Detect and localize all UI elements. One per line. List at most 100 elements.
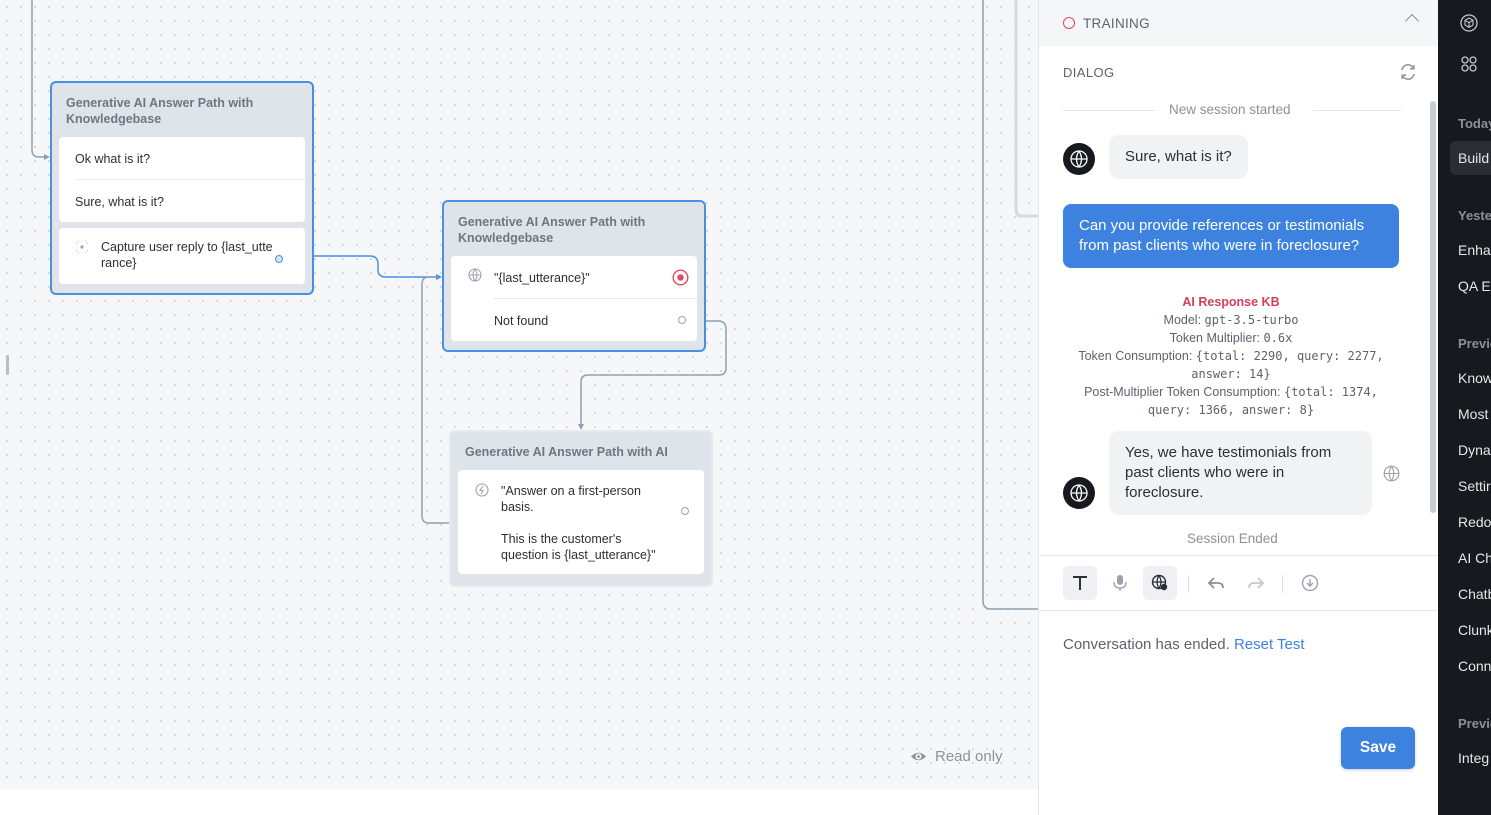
bot-message: Sure, what is it? (1109, 135, 1248, 179)
history-item[interactable]: Integ (1458, 750, 1489, 766)
session-started-label: New session started (1169, 102, 1291, 117)
ai-debug-info: AI Response KB Model: gpt-3.5-turbo Toke… (1063, 293, 1399, 419)
refresh-icon[interactable] (1399, 63, 1417, 81)
capture-step-text: Capture user reply to {last_utterance} (101, 240, 273, 270)
redo-button[interactable] (1239, 566, 1273, 600)
capture-step[interactable]: Capture user reply to {last_utterance} (59, 228, 305, 271)
history-item[interactable]: Dyna (1458, 442, 1491, 458)
test-panel: TRAINING DIALOG New session started Sure… (1038, 0, 1439, 815)
model-line: Model: gpt-3.5-turbo (1063, 311, 1399, 329)
text-mode-button[interactable] (1063, 566, 1097, 600)
post-multiplier-label: Post-Multiplier Token Consumption: (1084, 385, 1284, 399)
ai-debug-icon (1151, 574, 1168, 591)
training-label: TRAINING (1083, 15, 1150, 31)
prompt-line-2: This is the customer's question is {last… (501, 532, 656, 562)
kb-step-card[interactable]: "{last_utterance}" Not found (451, 256, 697, 341)
bot-icon (1070, 484, 1088, 502)
download-icon (1301, 574, 1319, 592)
post-multiplier-line: Post-Multiplier Token Consumption: {tota… (1063, 383, 1399, 419)
read-only-indicator: Read only (910, 748, 1003, 765)
eye-icon (911, 752, 926, 761)
knowledge-base-icon[interactable] (1383, 465, 1400, 482)
read-only-label: Read only (935, 748, 1003, 765)
canvas-footer (0, 789, 1038, 815)
resize-handle[interactable] (6, 355, 9, 375)
output-port[interactable] (275, 255, 283, 263)
voice-mode-button[interactable] (1103, 566, 1137, 600)
speak-step-card[interactable]: Ok what is it? Sure, what is it? (59, 137, 305, 222)
training-header[interactable]: TRAINING (1039, 0, 1439, 46)
history-item[interactable]: Build (1458, 150, 1489, 166)
prompt-step-card[interactable]: "Answer on a first-person basis. This is… (458, 470, 704, 574)
divider (1063, 110, 1155, 111)
history-item[interactable]: Redo (1458, 514, 1491, 530)
history-item[interactable]: AI Ch (1458, 550, 1491, 566)
bot-avatar (1063, 477, 1095, 509)
history-item[interactable]: Chatb (1458, 586, 1491, 602)
multiplier-line: Token Multiplier: 0.6x (1063, 329, 1399, 347)
bot-icon (1070, 150, 1088, 168)
speak-option-text: Sure, what is it? (75, 195, 164, 209)
dialog-label: DIALOG (1063, 65, 1115, 80)
divider (1313, 110, 1401, 111)
cube-icon[interactable] (1460, 14, 1478, 32)
history-sidebar: Today Build Yeste Enha QA E Previo Know … (1438, 0, 1491, 815)
consumption-label: Token Consumption: (1078, 349, 1196, 363)
debug-title: AI Response KB (1182, 295, 1280, 309)
consumption-value: {total: 2290, query: 2277, answer: 14} (1191, 349, 1384, 381)
consumption-line: Token Consumption: {total: 2290, query: … (1063, 347, 1399, 383)
toolbar-divider (1282, 575, 1283, 593)
flow-canvas[interactable]: Generative AI Answer Path with Knowledge… (0, 0, 1038, 789)
capture-step-card[interactable]: Capture user reply to {last_utterance} (59, 228, 305, 284)
ai-generate-icon (475, 483, 489, 497)
history-item[interactable]: Clunk (1458, 622, 1491, 638)
record-icon (1063, 17, 1075, 29)
download-button[interactable] (1293, 566, 1327, 600)
session-ended-label: Session Ended (1187, 531, 1278, 546)
not-found-path[interactable]: Not found (451, 299, 697, 341)
dialog-scrollbar[interactable] (1430, 101, 1436, 513)
section-today: Today (1458, 116, 1491, 131)
not-found-text: Not found (494, 314, 549, 328)
block-kb-answer-2[interactable]: Generative AI Answer Path with Knowledge… (442, 200, 706, 352)
bot-avatar (1063, 143, 1095, 175)
history-item[interactable]: Most (1458, 406, 1488, 422)
target-icon[interactable] (672, 269, 689, 286)
block-ai-answer[interactable]: Generative AI Answer Path with AI "Answe… (449, 430, 713, 587)
conversation-ended-message: Conversation has ended. Reset Test (1063, 636, 1305, 653)
section-previous-older: Previo (1458, 716, 1491, 731)
history-item[interactable]: Know (1458, 370, 1491, 386)
history-item[interactable]: Settir (1458, 478, 1491, 494)
reset-test-link[interactable]: Reset Test (1234, 636, 1305, 653)
kb-query-text: "{last_utterance}" (494, 271, 590, 285)
speak-option[interactable]: Sure, what is it? (59, 180, 305, 222)
model-value: gpt-3.5-turbo (1204, 313, 1299, 327)
block-title: Generative AI Answer Path with Knowledge… (458, 215, 646, 245)
undo-button[interactable] (1199, 566, 1233, 600)
block-title: Generative AI Answer Path with Knowledge… (66, 96, 254, 126)
speak-option[interactable]: Ok what is it? (59, 137, 305, 179)
knowledge-base-icon (468, 268, 482, 282)
kb-search-step[interactable]: "{last_utterance}" (451, 256, 697, 298)
output-port[interactable] (681, 507, 689, 515)
history-item[interactable]: QA E (1458, 278, 1491, 294)
history-item[interactable]: Enha (1458, 242, 1491, 258)
toolbar-divider (1188, 575, 1189, 593)
block-kb-answer-1[interactable]: Generative AI Answer Path with Knowledge… (50, 81, 314, 295)
ai-prompt-step[interactable]: "Answer on a first-person basis. This is… (458, 470, 704, 563)
save-button[interactable]: Save (1341, 727, 1415, 769)
section-yesterday: Yeste (1458, 208, 1491, 223)
prompt-line-1: "Answer on a first-person basis. (501, 484, 641, 514)
multiplier-value: 0.6x (1263, 331, 1293, 345)
capture-icon (75, 240, 89, 254)
section-previous: Previo (1458, 336, 1491, 351)
history-item[interactable]: Conn (1458, 658, 1491, 674)
conversation-ended-text: Conversation has ended. (1063, 636, 1230, 653)
output-port[interactable] (678, 316, 686, 324)
block-title: Generative AI Answer Path with AI (465, 445, 668, 459)
ai-debug-button[interactable] (1143, 566, 1177, 600)
chevron-up-icon[interactable] (1404, 13, 1420, 29)
multiplier-label: Token Multiplier: (1169, 331, 1264, 345)
dialog-section: DIALOG New session started Sure, what is… (1039, 46, 1439, 555)
grid-icon[interactable] (1460, 55, 1478, 73)
